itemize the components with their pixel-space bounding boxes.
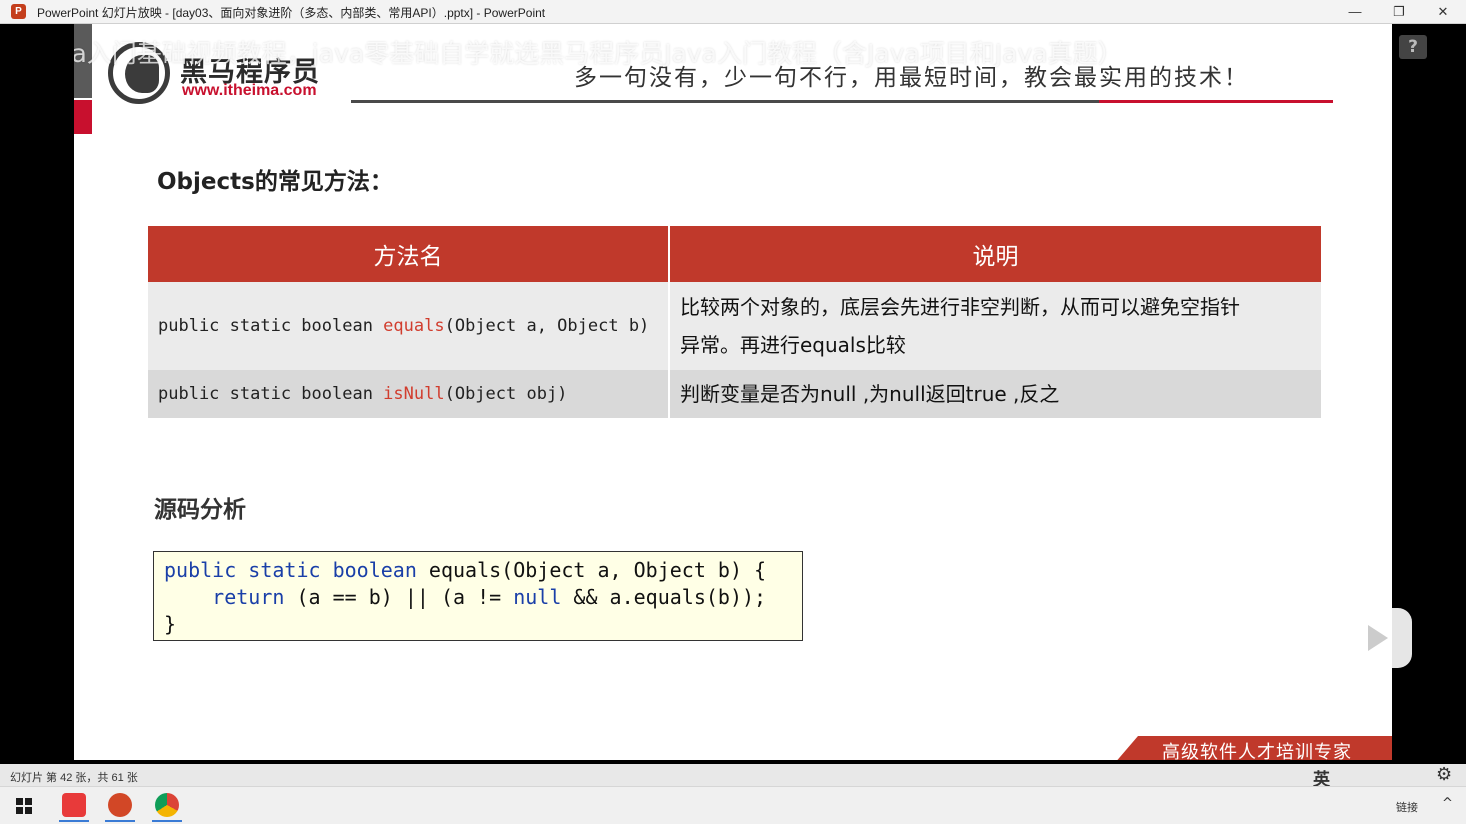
- tray-link-label[interactable]: 链接: [1396, 799, 1418, 815]
- gear-icon[interactable]: ⚙: [1436, 764, 1452, 785]
- taskbar: 链接 ^: [0, 786, 1466, 824]
- chevron-up-icon[interactable]: ^: [1442, 796, 1453, 811]
- method-signature: public static boolean equals(Object a, O…: [148, 282, 670, 370]
- code-block: public static boolean equals(Object a, O…: [153, 551, 803, 641]
- method-name: isNull: [383, 384, 445, 404]
- play-button[interactable]: [1338, 608, 1412, 668]
- slide-decor-red-bar: [74, 100, 92, 134]
- status-bar: 幻灯片 第 42 张，共 61 张 英 ⚙: [0, 764, 1466, 789]
- slide-canvas[interactable]: 黑马程序员 www.itheima.com 多一句没有，少一句不行，用最短时间，…: [74, 24, 1392, 760]
- table-header-method: 方法名: [148, 226, 670, 282]
- section-title: Objects的常见方法：: [157, 169, 393, 195]
- active-indicator: [152, 820, 182, 822]
- source-analysis-title: 源码分析: [154, 497, 246, 523]
- method-description: 判断变量是否为null ,为null返回true ,反之: [669, 370, 1321, 418]
- chrome-icon[interactable]: [155, 793, 179, 817]
- windows-start-icon[interactable]: [16, 798, 32, 814]
- intellij-icon[interactable]: [62, 793, 86, 817]
- active-indicator: [105, 820, 135, 822]
- logo-url: www.itheima.com: [182, 82, 317, 99]
- powerpoint-icon: P: [11, 4, 26, 19]
- footer-tagline: 高级软件人才培训专家: [1162, 742, 1352, 760]
- window-title-bar: P PowerPoint 幻灯片放映 - [day03、面向对象进阶（多态、内部…: [0, 0, 1466, 24]
- minimize-button[interactable]: —: [1333, 0, 1377, 23]
- play-icon: [1368, 625, 1388, 651]
- methods-table: 方法名 说明 public static boolean equals(Obje…: [148, 226, 1321, 418]
- table-header-desc: 说明: [669, 226, 1321, 282]
- active-indicator: [59, 820, 89, 822]
- video-title-overlay: Java入门基础视频教程，java零基础自学就选黑马程序员Java入门教程（含J…: [74, 39, 1123, 68]
- method-signature: public static boolean isNull(Object obj): [148, 370, 670, 418]
- window-title: PowerPoint 幻灯片放映 - [day03、面向对象进阶（多态、内部类、…: [37, 6, 546, 20]
- help-icon[interactable]: ?: [1399, 35, 1427, 59]
- close-button[interactable]: ✕: [1421, 0, 1465, 23]
- restore-button[interactable]: ❐: [1377, 0, 1421, 23]
- slide-counter: 幻灯片 第 42 张，共 61 张: [10, 772, 138, 784]
- table-row: public static boolean isNull(Object obj)…: [148, 370, 1321, 418]
- header-divider-accent: [1099, 100, 1333, 103]
- powerpoint-taskbar-icon[interactable]: [108, 793, 132, 817]
- method-description: 比较两个对象的，底层会先进行非空判断，从而可以避免空指针 异常。再进行equals…: [669, 282, 1321, 370]
- table-row: public static boolean equals(Object a, O…: [148, 282, 1321, 370]
- method-name: equals: [383, 316, 445, 336]
